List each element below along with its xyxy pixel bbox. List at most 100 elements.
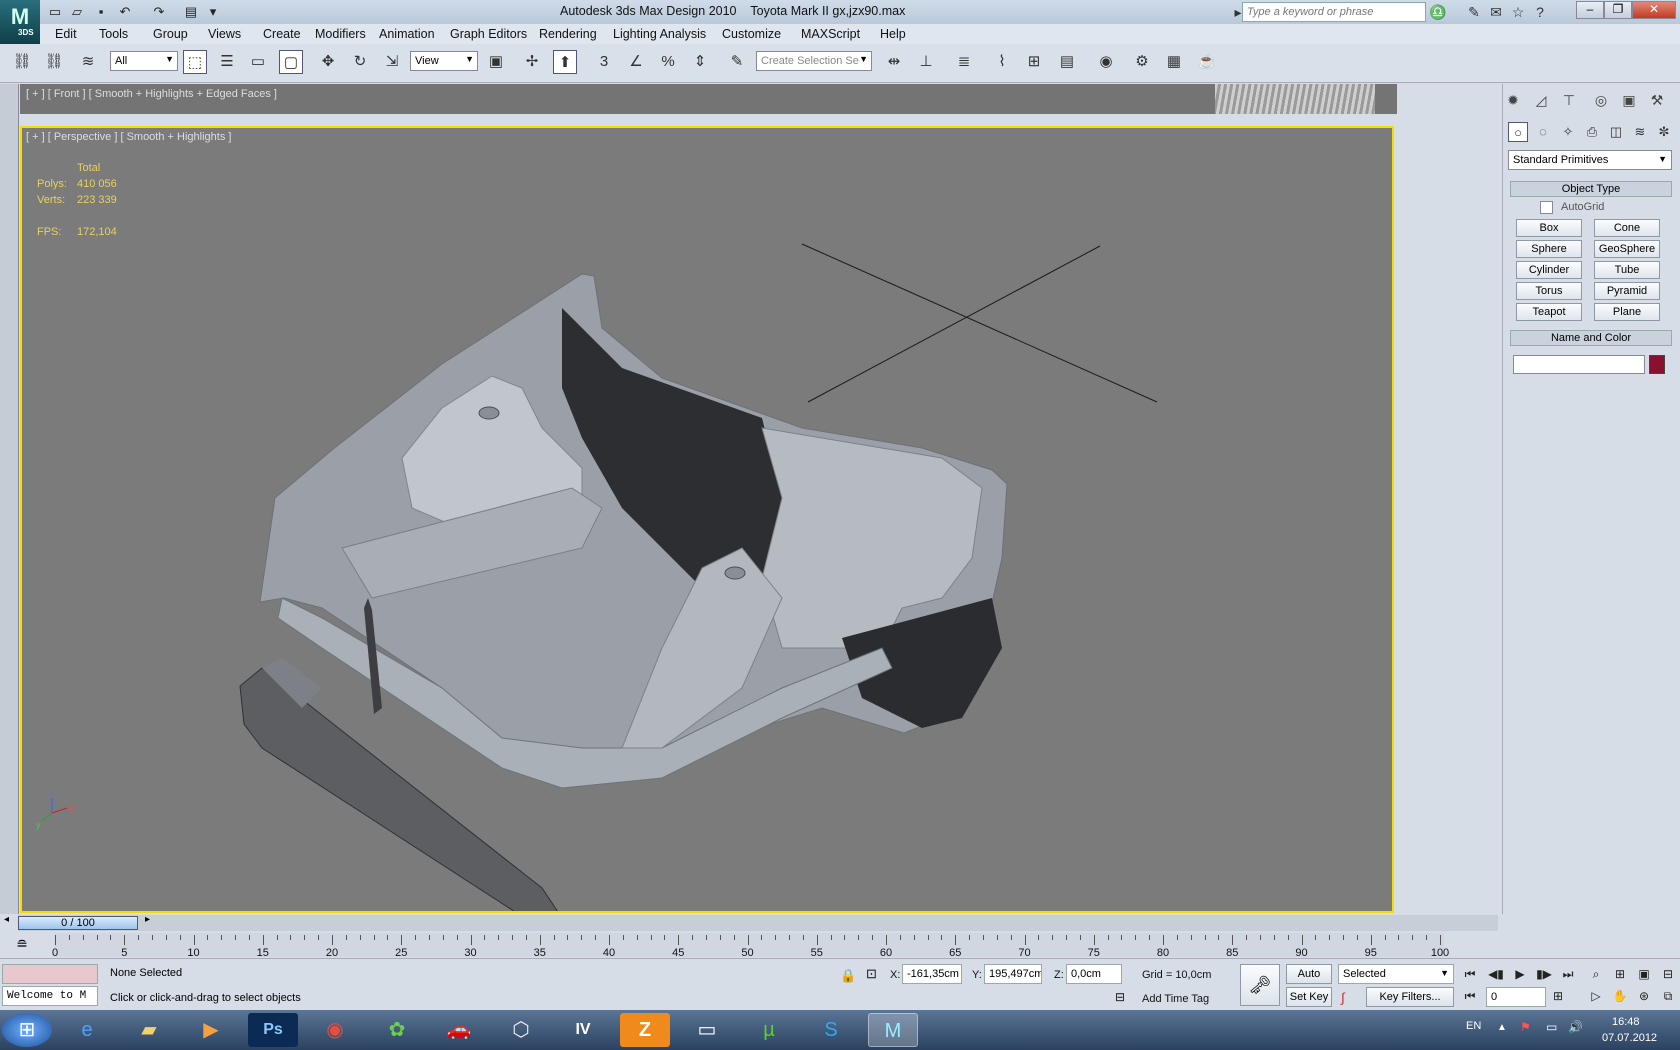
window-icon[interactable]: ▭ <box>682 1013 732 1047</box>
edit-named-selection-icon[interactable]: ✎ <box>725 50 749 74</box>
previous-frame-icon[interactable]: ◀▮ <box>1486 965 1506 983</box>
select-and-move-icon[interactable]: ✥ <box>316 50 340 74</box>
teapot-button[interactable]: Teapot <box>1516 303 1582 321</box>
motion-tab-icon[interactable]: ◎ <box>1590 90 1612 110</box>
zoom-extents-icon[interactable]: ▣ <box>1634 965 1654 983</box>
menu-edit[interactable]: Edit <box>55 27 77 41</box>
add-time-tag[interactable]: Add Time Tag <box>1142 993 1209 1005</box>
align-icon[interactable]: ⊥ <box>914 50 938 74</box>
subscription-icon[interactable]: ✎ <box>1464 3 1484 21</box>
play-icon[interactable]: ▶ <box>1510 965 1530 983</box>
zoom-extents-all-icon[interactable]: ⊟ <box>1658 965 1678 983</box>
keyword-search-input[interactable]: Type a keyword or phrase <box>1242 2 1426 22</box>
box-button[interactable]: Box <box>1516 219 1582 237</box>
window-crossing-icon[interactable]: ▢ <box>279 50 303 74</box>
menu-customize[interactable]: Customize <box>722 27 781 41</box>
chrome-icon[interactable]: ◉ <box>310 1013 360 1047</box>
menu-graph-editors[interactable]: Graph Editors <box>450 27 527 41</box>
percent-snap-icon[interactable]: % <box>656 50 680 74</box>
x-coord-input[interactable]: -161,35cm <box>902 964 962 984</box>
internet-explorer-icon[interactable]: e <box>62 1013 112 1047</box>
timeline-left-arrow-icon[interactable]: ◂ <box>4 914 9 925</box>
undo-icon[interactable]: ↶ <box>116 3 134 21</box>
field-of-view-icon[interactable]: ▷ <box>1586 987 1606 1005</box>
systems-category-icon[interactable]: ✼ <box>1654 122 1674 142</box>
menu-create[interactable]: Create <box>263 27 301 41</box>
current-frame-input[interactable]: 0 <box>1486 987 1546 1007</box>
create-tab-icon[interactable]: ✹ <box>1502 90 1524 110</box>
select-and-scale-icon[interactable]: ⇲ <box>380 50 404 74</box>
menu-help[interactable]: Help <box>880 27 906 41</box>
absolute-mode-icon[interactable]: ⊡ <box>866 966 877 982</box>
project-folder-icon[interactable]: ▤ <box>182 3 200 21</box>
material-editor-icon[interactable]: ◉ <box>1094 50 1118 74</box>
mirror-icon[interactable]: ⇹ <box>882 50 906 74</box>
clock-date[interactable]: 07.07.2012 <box>1602 1032 1657 1044</box>
key-mode-toggle-icon[interactable]: ⏮ <box>1460 987 1480 1005</box>
pyramid-button[interactable]: Pyramid <box>1594 282 1660 300</box>
photoshop-icon[interactable]: Ps <box>248 1013 298 1047</box>
restore-button[interactable]: ❐ <box>1604 1 1632 19</box>
front-viewport-label[interactable]: [ + ] [ Front ] [ Smooth + Highlights + … <box>26 88 277 100</box>
object-type-rollout[interactable]: Object Type <box>1510 181 1672 197</box>
skype-icon[interactable]: S <box>806 1013 856 1047</box>
y-coord-input[interactable]: 195,497cm <box>984 964 1042 984</box>
time-tag-icon[interactable]: ⊟ <box>1115 990 1125 1004</box>
utilities-tab-icon[interactable]: ⚒ <box>1646 90 1668 110</box>
go-to-end-icon[interactable]: ⏭ <box>1558 965 1578 983</box>
tube-button[interactable]: Tube <box>1594 261 1660 279</box>
menu-views[interactable]: Views <box>208 27 241 41</box>
z-coord-input[interactable]: 0,0cm <box>1066 964 1122 984</box>
set-key-mode-key-icon[interactable]: 🗝 <box>1240 964 1280 1006</box>
selection-lock-icon[interactable]: 🔒 <box>840 968 856 984</box>
iv-icon[interactable]: IV <box>558 1013 608 1047</box>
modify-tab-icon[interactable]: ◿ <box>1530 90 1552 110</box>
zoom-icon[interactable]: ⌕ <box>1586 965 1606 983</box>
key-filter-curve-icon[interactable]: ∫ <box>1341 990 1345 1005</box>
auto-key-button[interactable]: Auto Key <box>1286 964 1332 998</box>
orbit-icon[interactable]: ⊛ <box>1634 987 1654 1005</box>
bind-to-space-warp-icon[interactable]: ≋ <box>76 50 100 74</box>
language-indicator[interactable]: EN <box>1466 1020 1481 1032</box>
ribbon-toggle-icon[interactable]: ▤ <box>1055 50 1079 74</box>
clock-time[interactable]: 16:48 <box>1612 1016 1640 1028</box>
close-button[interactable]: ✕ <box>1632 1 1676 19</box>
spinner-snap-icon[interactable]: ⇕ <box>688 50 712 74</box>
angle-snap-icon[interactable]: ∠ <box>624 50 648 74</box>
key-mode-dropdown[interactable]: Selected ▼ <box>1338 964 1454 984</box>
plane-button[interactable]: Plane <box>1594 303 1660 321</box>
next-frame-icon[interactable]: ▮▶ <box>1534 965 1554 983</box>
rendered-frame-window-icon[interactable]: ▦ <box>1162 50 1186 74</box>
torus-button[interactable]: Torus <box>1516 282 1582 300</box>
open-file-icon[interactable]: ▱ <box>68 3 86 21</box>
render-setup-icon[interactable]: ⚙ <box>1130 50 1154 74</box>
utorrent-icon[interactable]: µ <box>744 1013 794 1047</box>
menu-modifiers[interactable]: Modifiers <box>315 27 366 41</box>
icq-icon[interactable]: ✿ <box>372 1013 422 1047</box>
sphere-button[interactable]: Sphere <box>1516 240 1582 258</box>
autogrid-checkbox[interactable] <box>1540 201 1553 214</box>
go-to-start-icon[interactable]: ⏮ <box>1460 965 1480 983</box>
trackbar-curve-editor-icon[interactable]: ≘ <box>10 936 34 954</box>
lights-category-icon[interactable]: ✧ <box>1558 122 1578 142</box>
rectangular-selection-icon[interactable]: ▭ <box>246 50 270 74</box>
helpers-category-icon[interactable]: ◫ <box>1606 122 1626 142</box>
unlink-icon[interactable]: ⛓ <box>42 50 66 74</box>
cameras-category-icon[interactable]: ⎙ <box>1582 122 1602 142</box>
curve-editor-icon[interactable]: ⌇ <box>990 50 1014 74</box>
display-tab-icon[interactable]: ▣ <box>1618 90 1640 110</box>
time-slider-track[interactable] <box>18 915 1498 931</box>
hierarchy-tab-icon[interactable]: ⊤ <box>1558 90 1580 110</box>
named-selection-sets-dropdown[interactable]: Create Selection Se ▼ <box>756 51 872 71</box>
object-name-input[interactable] <box>1513 355 1645 374</box>
maxscript-listener-mini[interactable] <box>2 964 98 984</box>
geosphere-button[interactable]: GeoSphere <box>1594 240 1660 258</box>
schematic-view-icon[interactable]: ⊞ <box>1022 50 1046 74</box>
menu-animation[interactable]: Animation <box>379 27 435 41</box>
key-filters-button[interactable]: Key Filters... <box>1366 987 1454 1007</box>
time-configuration-icon[interactable]: ⊞ <box>1548 987 1568 1005</box>
maxscript-mini-input[interactable]: Welcome to M <box>2 986 98 1006</box>
redo-icon[interactable]: ↷ <box>150 3 168 21</box>
render-production-icon[interactable]: ☕ <box>1195 50 1219 74</box>
tray-arrow-icon[interactable]: ▲ <box>1497 1022 1507 1033</box>
